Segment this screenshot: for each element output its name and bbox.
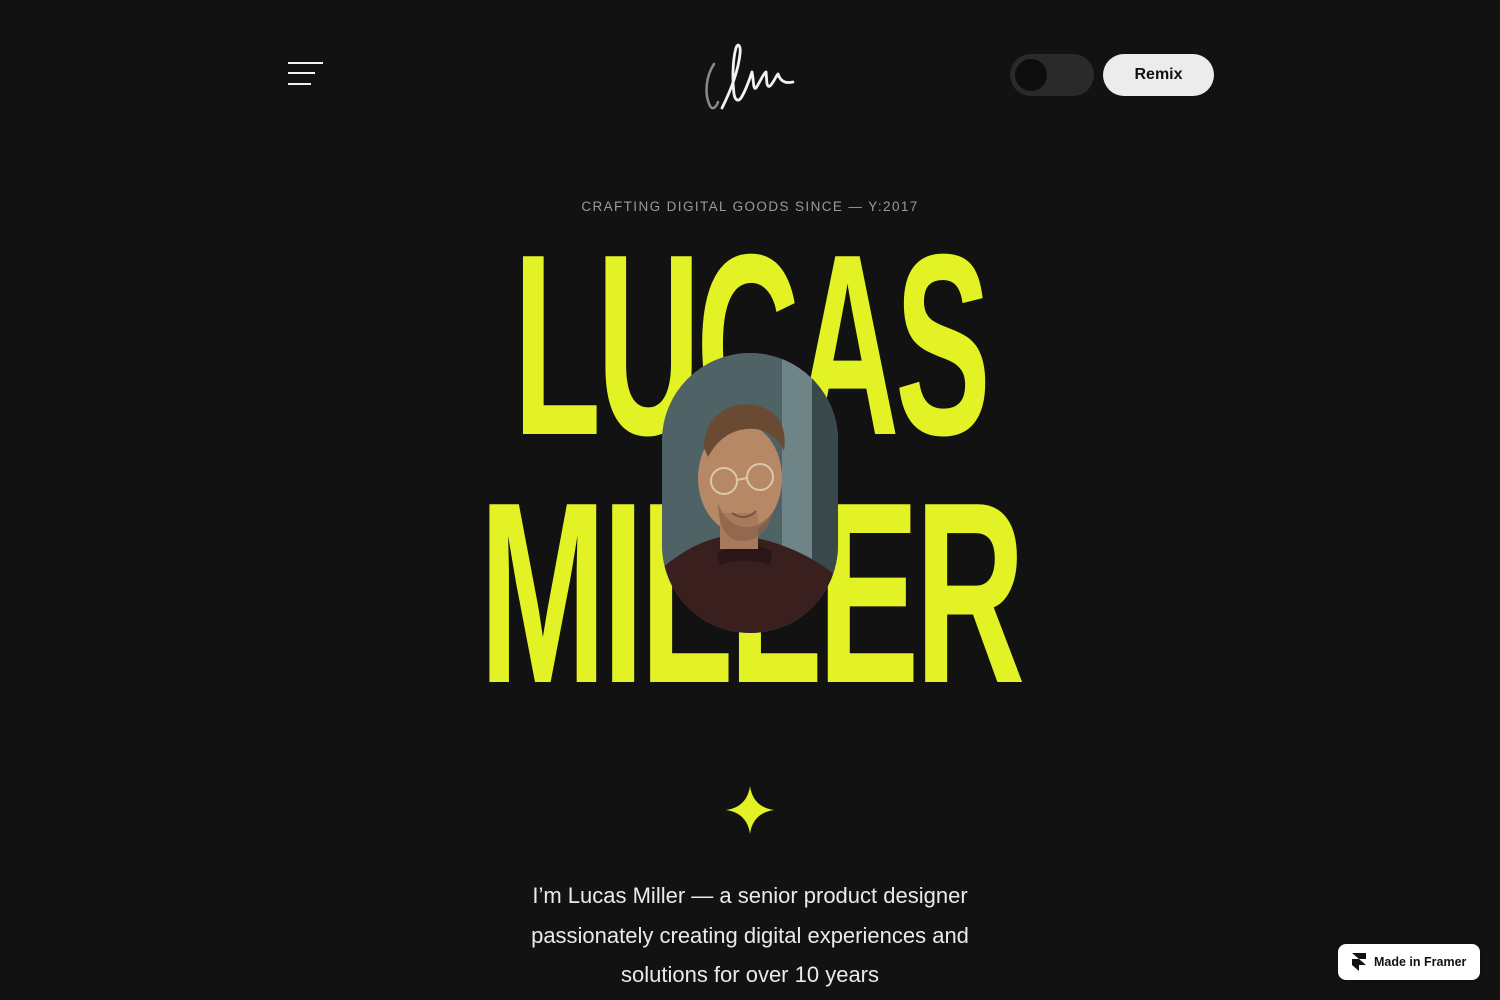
intro-line: passionately creating digital experience… bbox=[531, 922, 969, 948]
sparkle-star-icon bbox=[726, 786, 774, 834]
made-in-framer-badge[interactable]: Made in Framer bbox=[1338, 944, 1480, 980]
hamburger-menu-icon bbox=[288, 62, 323, 64]
hero-eyebrow: CRAFTING DIGITAL GOODS SINCE — Y:2017 bbox=[581, 199, 919, 214]
menu-line bbox=[288, 72, 315, 74]
theme-toggle[interactable] bbox=[1010, 54, 1094, 96]
framer-logo-icon bbox=[1352, 953, 1366, 971]
menu-button[interactable] bbox=[288, 62, 324, 88]
portrait-illustration bbox=[662, 353, 838, 633]
toggle-knob bbox=[1015, 59, 1047, 91]
page: Remix CRAFTING DIGITAL GOODS SINCE — Y:2… bbox=[0, 0, 1500, 1000]
portrait-photo bbox=[662, 353, 838, 633]
intro-line: solutions for over 10 years bbox=[620, 962, 880, 987]
badge-label: Made in Framer bbox=[1374, 955, 1467, 969]
menu-line bbox=[288, 83, 311, 85]
remix-button[interactable]: Remix bbox=[1103, 54, 1214, 96]
signature-logo-icon[interactable] bbox=[700, 36, 800, 112]
intro-text: I’m Lucas Miller — a senior product desi… bbox=[470, 876, 1030, 995]
intro-line: I’m Lucas Miller — a senior product desi… bbox=[532, 883, 968, 908]
